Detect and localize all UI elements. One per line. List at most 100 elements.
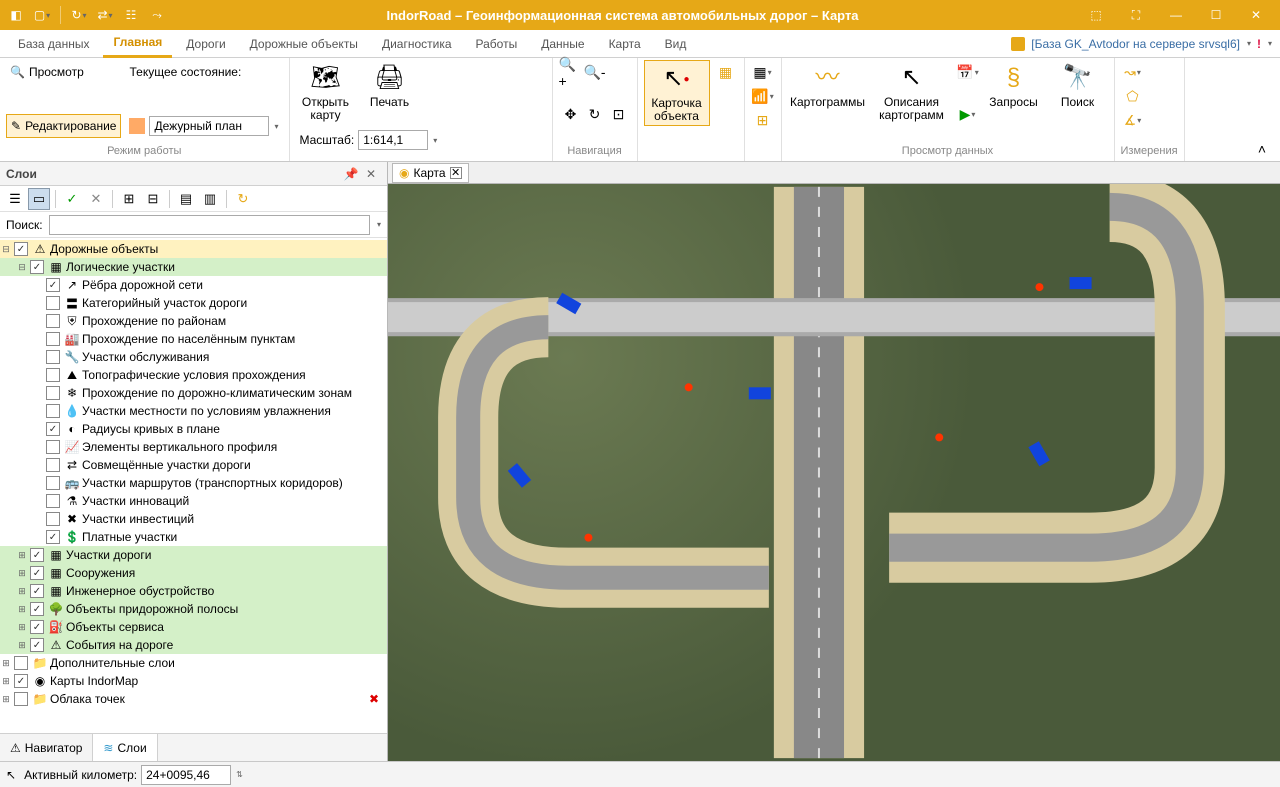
km-spinner-icon[interactable]: ⇅: [236, 770, 243, 779]
tree-row[interactable]: ⊞📁Дополнительные слои: [0, 654, 387, 672]
expander-icon[interactable]: ⊞: [16, 622, 28, 633]
tree-row[interactable]: ⊞⚠События на дороге: [0, 636, 387, 654]
pan-icon[interactable]: ✥: [559, 102, 583, 126]
layer-checkbox[interactable]: [46, 422, 60, 436]
close-panel-icon[interactable]: ✕: [361, 164, 381, 184]
tab-map[interactable]: Карта: [599, 30, 651, 58]
status-tool-icon[interactable]: ↖: [6, 768, 16, 782]
layer-checkbox[interactable]: [46, 314, 60, 328]
expander-icon[interactable]: ⊟: [0, 244, 12, 255]
table-icon[interactable]: ▦▾: [751, 60, 775, 84]
alert-icon[interactable]: !: [1257, 37, 1261, 51]
tab-diagnostics[interactable]: Диагностика: [372, 30, 462, 58]
footer-tab-layers[interactable]: ≋ Слои: [93, 734, 157, 761]
expander-icon[interactable]: ⊞: [0, 694, 12, 705]
layer-checkbox[interactable]: [46, 296, 60, 310]
layer-checkbox[interactable]: [14, 674, 28, 688]
expander-icon[interactable]: ⊞: [16, 586, 28, 597]
tree-row[interactable]: ⊞◉Карты IndorMap: [0, 672, 387, 690]
footer-tab-navigator[interactable]: ⚠ Навигатор: [0, 734, 93, 761]
window-minimize-button[interactable]: —: [1156, 0, 1196, 30]
tree-row[interactable]: 💧Участки местности по условиям увлажнени…: [0, 402, 387, 420]
tree-row[interactable]: 🚌Участки маршрутов (транспортных коридор…: [0, 474, 387, 492]
qat-refresh-icon[interactable]: ↻▾: [67, 3, 91, 27]
tree-row[interactable]: ❄Прохождение по дорожно-климатическим зо…: [0, 384, 387, 402]
close-tab-icon[interactable]: ✕: [450, 167, 462, 179]
expander-icon[interactable]: ⊞: [0, 658, 12, 669]
plan-selector[interactable]: [149, 116, 269, 136]
expander-icon[interactable]: ⊞: [16, 604, 28, 615]
layer-checkbox[interactable]: [14, 242, 28, 256]
tab-database[interactable]: База данных: [8, 30, 99, 58]
layers-search-input[interactable]: [49, 215, 370, 235]
tree-row[interactable]: ⛰Топографические условия прохождения: [0, 366, 387, 384]
map-canvas[interactable]: [388, 184, 1280, 761]
tab-works[interactable]: Работы: [466, 30, 528, 58]
zoom-in-icon[interactable]: 🔍+: [559, 60, 583, 84]
search-dropdown-icon[interactable]: ▾: [377, 220, 381, 229]
cartogram-desc-button[interactable]: ↖ Описания картограмм: [872, 60, 952, 124]
measure-line-icon[interactable]: ↝▾: [1121, 60, 1145, 84]
layer-checkbox[interactable]: [46, 494, 60, 508]
layers-map-icon[interactable]: ▭: [28, 188, 50, 210]
layer-checkbox[interactable]: [30, 638, 44, 652]
map-tab[interactable]: ◉ Карта ✕: [392, 163, 469, 183]
layer-checkbox[interactable]: [30, 602, 44, 616]
layer-checkbox[interactable]: [30, 584, 44, 598]
layers-check-icon[interactable]: ✓: [61, 188, 83, 210]
grid-icon[interactable]: ⊞: [751, 108, 775, 132]
delete-layer-icon[interactable]: ✖: [369, 692, 383, 706]
layer-checkbox[interactable]: [46, 530, 60, 544]
window-close-button[interactable]: ✕: [1236, 0, 1276, 30]
layer-checkbox[interactable]: [30, 620, 44, 634]
measure-area-icon[interactable]: ⬠: [1121, 84, 1145, 108]
qat-link-icon[interactable]: ⇄▾: [93, 3, 117, 27]
tab-main[interactable]: Главная: [103, 30, 172, 58]
layer-checkbox[interactable]: [46, 476, 60, 490]
qat-route-icon[interactable]: ⤳: [145, 3, 169, 27]
qat-layout-icon[interactable]: ▢▾: [30, 3, 54, 27]
collapse-ribbon-icon[interactable]: ˄: [1250, 137, 1274, 161]
tree-row[interactable]: ⊞▦Инженерное обустройство: [0, 582, 387, 600]
layer-checkbox[interactable]: [46, 404, 60, 418]
layer-checkbox[interactable]: [46, 278, 60, 292]
window-popout-icon[interactable]: ⛶: [1116, 0, 1156, 30]
tree-row[interactable]: ✖Участки инвестиций: [0, 510, 387, 528]
layer-checkbox[interactable]: [14, 656, 28, 670]
tree-row[interactable]: ⊞▦Сооружения: [0, 564, 387, 582]
tree-row[interactable]: 🏭Прохождение по населённым пунктам: [0, 330, 387, 348]
expander-icon[interactable]: ⊞: [16, 640, 28, 651]
qat-app-icon[interactable]: ◧: [4, 3, 28, 27]
qat-tree-icon[interactable]: ☷: [119, 3, 143, 27]
rotate-icon[interactable]: ↻: [583, 102, 607, 126]
layers-list-icon[interactable]: ☰: [4, 188, 26, 210]
window-maximize-button[interactable]: ☐: [1196, 0, 1236, 30]
layer-checkbox[interactable]: [46, 332, 60, 346]
layers-style1-icon[interactable]: ▤: [175, 188, 197, 210]
fit-icon[interactable]: ⊡: [607, 102, 631, 126]
layer-checkbox[interactable]: [30, 548, 44, 562]
tree-row[interactable]: ⊞🌳Объекты придорожной полосы: [0, 600, 387, 618]
expander-icon[interactable]: ⊟: [16, 262, 28, 273]
tree-row[interactable]: ⊟⚠Дорожные объекты: [0, 240, 387, 258]
tree-row[interactable]: ⊟▦Логические участки: [0, 258, 387, 276]
tree-row[interactable]: ⊞▦Участки дороги: [0, 546, 387, 564]
tab-data[interactable]: Данные: [531, 30, 594, 58]
signal-icon[interactable]: 📶▾: [751, 84, 775, 108]
layer-checkbox[interactable]: [46, 386, 60, 400]
expander-icon[interactable]: ⊞: [16, 568, 28, 579]
layer-checkbox[interactable]: [46, 440, 60, 454]
layer-checkbox[interactable]: [46, 350, 60, 364]
database-badge[interactable]: [База GK_Avtodor на сервере srvsql6] ▾ !…: [1011, 37, 1272, 51]
pin-icon[interactable]: 📌: [341, 164, 361, 184]
layers-collapse-icon[interactable]: ⊟: [142, 188, 164, 210]
calendar-icon[interactable]: 📅▾: [956, 60, 980, 84]
tree-row[interactable]: ⊞⛽Объекты сервиса: [0, 618, 387, 636]
scale-input[interactable]: [358, 130, 428, 150]
tree-row[interactable]: ◐Радиусы кривых в плане: [0, 420, 387, 438]
layer-checkbox[interactable]: [46, 458, 60, 472]
object-card-button[interactable]: ↖● Карточка объекта: [644, 60, 710, 126]
edit-mode-button[interactable]: ✎ Редактирование: [6, 114, 121, 138]
tree-row[interactable]: ⇄Совмещённые участки дороги: [0, 456, 387, 474]
tree-row[interactable]: 💲Платные участки: [0, 528, 387, 546]
